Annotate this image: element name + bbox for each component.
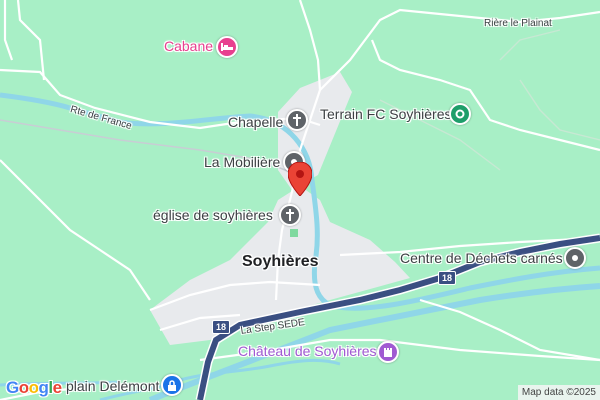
map-pin-icon[interactable] [287, 161, 313, 201]
sports-field-icon[interactable] [449, 103, 471, 125]
poi-label-chateau[interactable]: Château de Soyhières [238, 343, 377, 359]
lock-icon[interactable] [161, 374, 183, 396]
park-square [290, 229, 298, 237]
cross-icon[interactable] [286, 109, 308, 131]
poi-label-plain-delemont[interactable]: plain Delémont [66, 378, 159, 394]
bed-icon[interactable] [216, 36, 238, 58]
poi-label-eglise[interactable]: église de soyhières [153, 207, 273, 223]
place-label-soyhieres[interactable]: Soyhières [242, 253, 318, 271]
poi-label-centre-dechets[interactable]: Centre de Déchets carnés [400, 250, 563, 266]
map-view[interactable]: 18 18 Rte de France La Step SEDE Rière l… [0, 0, 600, 400]
map-attribution[interactable]: Map data ©2025 [517, 385, 600, 400]
route-18-shield-west: 18 [212, 320, 231, 334]
place-label-riere-le-plainat: Rière le Plainat [484, 18, 552, 29]
poi-label-terrain-fc[interactable]: Terrain FC Soyhières [320, 106, 452, 122]
poi-label-la-mobiliere[interactable]: La Mobilière [204, 154, 280, 170]
recycling-center-icon[interactable] [564, 247, 586, 269]
google-logo: Google [6, 378, 62, 397]
route-18-shield-east: 18 [438, 271, 457, 285]
poi-label-cabane[interactable]: Cabane [164, 38, 213, 54]
church-cross-icon[interactable] [279, 204, 301, 226]
poi-label-chapelle[interactable]: Chapelle [228, 114, 283, 130]
castle-icon[interactable] [377, 341, 399, 363]
